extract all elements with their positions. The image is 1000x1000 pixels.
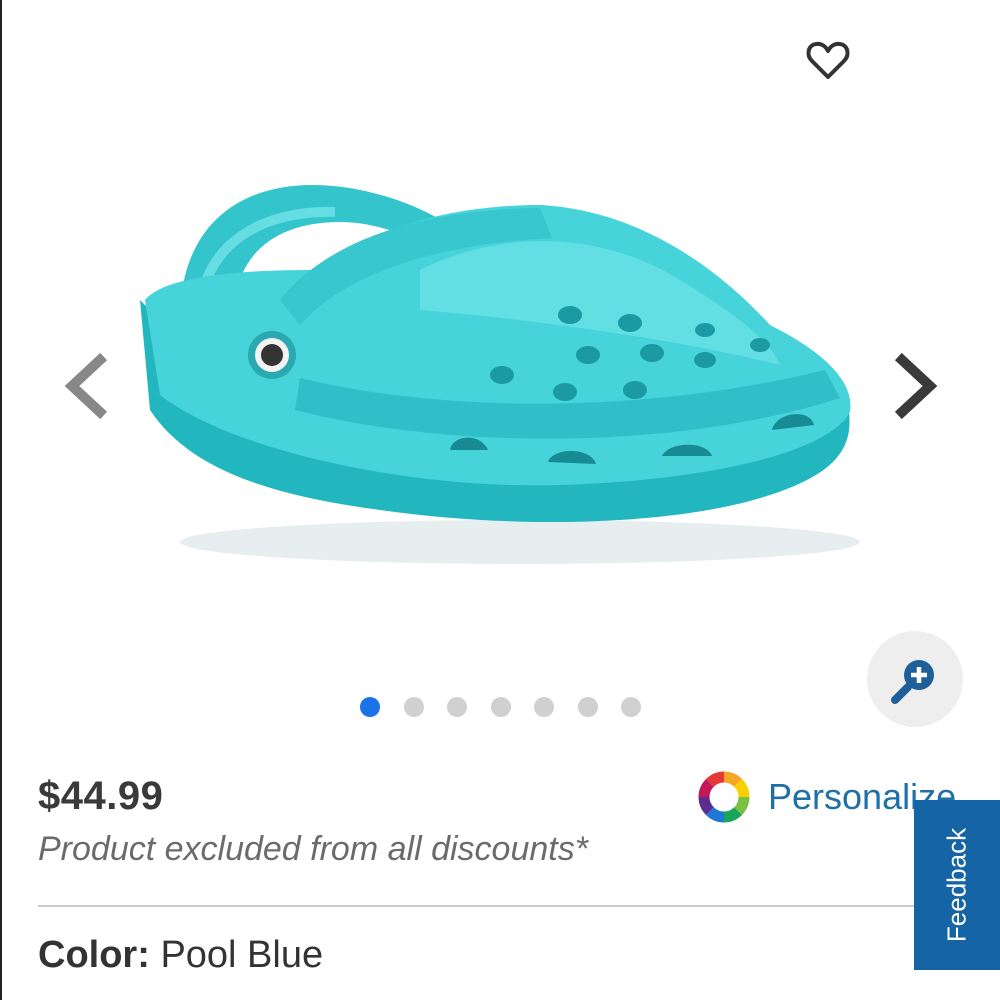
carousel-dot[interactable] bbox=[577, 697, 598, 717]
carousel-dot[interactable] bbox=[447, 697, 467, 717]
product-gallery bbox=[0, 0, 1000, 740]
carousel-dot[interactable] bbox=[621, 697, 641, 717]
discount-exclusion-note: Product excluded from all discounts* bbox=[38, 830, 588, 868]
zoom-in-icon bbox=[891, 660, 934, 704]
heart-outline-icon[interactable] bbox=[804, 36, 852, 84]
chevron-left-icon[interactable] bbox=[56, 352, 116, 420]
divider bbox=[38, 905, 1000, 907]
color-value: Pool Blue bbox=[160, 934, 324, 976]
feedback-label: Feedback bbox=[941, 827, 972, 943]
carousel-dots bbox=[360, 697, 641, 717]
color-wheel-icon bbox=[698, 771, 750, 823]
carousel-dot[interactable] bbox=[360, 697, 380, 717]
product-price: $44.99 bbox=[38, 774, 164, 818]
carousel-dot[interactable] bbox=[534, 697, 554, 717]
carousel-dot[interactable] bbox=[490, 697, 511, 717]
chevron-right-icon[interactable] bbox=[886, 352, 946, 420]
carousel-dot[interactable] bbox=[403, 697, 424, 717]
product-image bbox=[140, 185, 860, 564]
color-label: Color: bbox=[38, 934, 150, 976]
feedback-tab[interactable]: Feedback bbox=[914, 800, 1000, 970]
zoom-in-button[interactable] bbox=[867, 631, 963, 727]
selected-color: Color: Pool Blue bbox=[38, 934, 323, 977]
